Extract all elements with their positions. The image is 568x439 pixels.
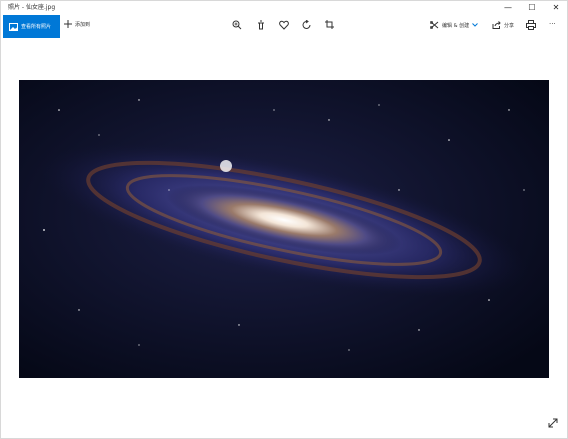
- favorite-heart-icon[interactable]: [279, 20, 289, 30]
- more-options-button[interactable]: ···: [549, 20, 556, 28]
- minimize-button[interactable]: —: [496, 0, 520, 14]
- maximize-button[interactable]: ☐: [520, 0, 544, 14]
- add-to-button[interactable]: 添加到: [64, 20, 90, 28]
- close-button[interactable]: ✕: [544, 0, 568, 14]
- plus-icon: [64, 20, 72, 28]
- share-label: 分享: [504, 22, 515, 29]
- window-controls: — ☐ ✕: [496, 0, 568, 14]
- edit-create-icon: [430, 21, 439, 29]
- photos-window: 照片 - 仙女座.jpg — ☐ ✕ 查看所有照片 添加到 编辑 & 创建 分享…: [0, 0, 568, 439]
- add-to-label: 添加到: [75, 21, 91, 28]
- view-all-photos-label: 查看所有照片: [21, 24, 52, 30]
- title-bar: 照片 - 仙女座.jpg — ☐ ✕: [0, 0, 568, 14]
- print-icon[interactable]: [526, 20, 536, 30]
- view-all-photos-button[interactable]: 查看所有照片: [3, 15, 60, 38]
- galaxy-photo: [19, 80, 549, 378]
- delete-icon[interactable]: [256, 20, 266, 30]
- zoom-icon[interactable]: [232, 20, 242, 30]
- rotate-icon[interactable]: [302, 20, 312, 30]
- photo-gallery-icon: [9, 22, 18, 31]
- expand-icon[interactable]: [548, 418, 558, 428]
- chevron-down-icon: [472, 23, 478, 27]
- crop-icon[interactable]: [325, 20, 335, 30]
- edit-create-label: 编辑 & 创建: [442, 22, 470, 29]
- galaxy-image: [19, 80, 549, 378]
- edit-create-button[interactable]: 编辑 & 创建: [430, 21, 478, 29]
- toolbar: 查看所有照片 添加到 编辑 & 创建 分享 ···: [0, 14, 568, 38]
- share-button[interactable]: 分享: [492, 21, 514, 29]
- share-icon: [492, 21, 501, 29]
- window-title: 照片 - 仙女座.jpg: [8, 4, 56, 11]
